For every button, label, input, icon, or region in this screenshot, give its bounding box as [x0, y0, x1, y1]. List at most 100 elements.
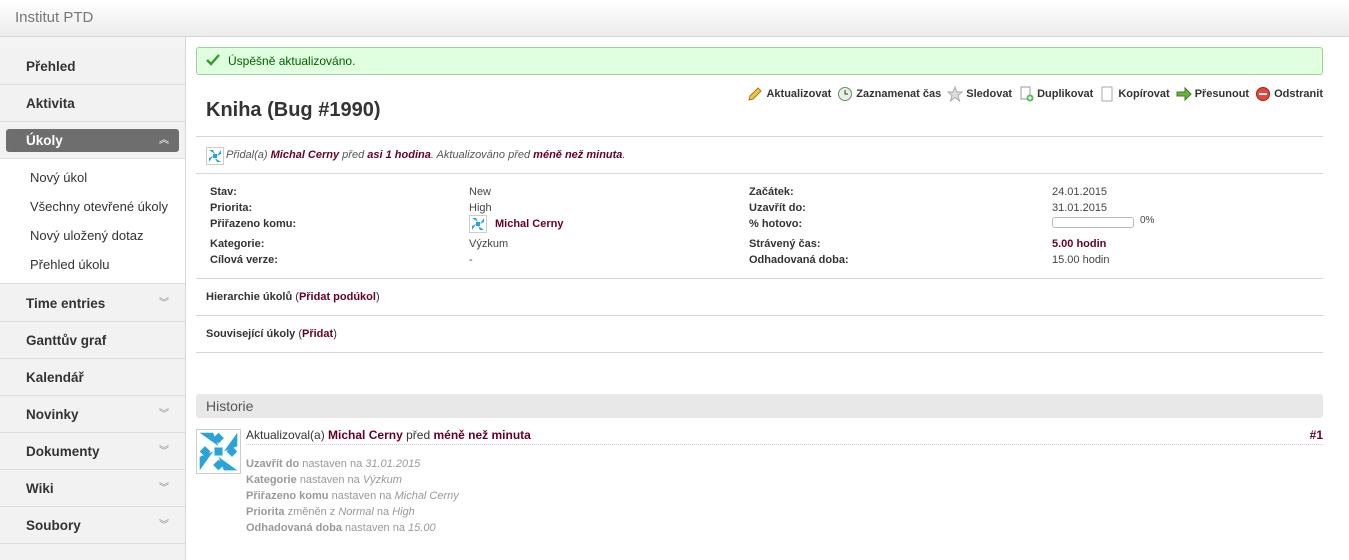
done-progress-bar: [1052, 217, 1134, 228]
journal-avatar[interactable]: [196, 429, 241, 474]
created-time-link[interactable]: asi 1 hodina: [367, 149, 431, 161]
sidebar-item-overview[interactable]: Přehled: [0, 48, 185, 85]
avatar-identicon-icon: [207, 148, 223, 164]
spent-time-link[interactable]: 5.00 hodin: [1052, 238, 1106, 250]
author-mid: před: [342, 149, 365, 161]
star-icon: [947, 86, 964, 102]
submenu-new-saved-query[interactable]: Nový uložený dotaz: [30, 228, 143, 243]
chevron-down-icon[interactable]: ︾: [159, 507, 169, 544]
log-time-button[interactable]: Zaznamenat čas: [837, 86, 941, 102]
journal-number-link[interactable]: #1: [1310, 428, 1323, 442]
priority-label: Priorita:: [210, 202, 253, 214]
done-label: % hotovo:: [749, 218, 803, 230]
detail-verb: na: [376, 506, 390, 518]
sidebar-item-calendar[interactable]: Kalendář: [0, 359, 185, 396]
add-subtask-link[interactable]: Přidat podúkol: [299, 291, 376, 303]
sidebar-item-issues-row: Úkoly ︽: [0, 122, 185, 159]
sidebar-item-news[interactable]: Novinky ︾: [0, 396, 185, 433]
updated-time-link[interactable]: méně než minuta: [533, 149, 622, 161]
submenu-all-open-issues[interactable]: Všechny otevřené úkoly: [30, 199, 168, 214]
estimated-label: Odhadovaná doba:: [749, 254, 849, 266]
detail-verb: nastaven na: [302, 458, 363, 470]
log-time-label: Zaznamenat čas: [856, 88, 942, 100]
sidebar-item-wiki[interactable]: Wiki ︾: [0, 470, 185, 507]
divider: [196, 173, 1323, 174]
assignee-avatar[interactable]: [469, 215, 487, 233]
estimated-value: 15.00 hodin: [1052, 254, 1110, 266]
check-icon: [206, 54, 220, 66]
updated-prefix: . Aktualizováno před: [430, 149, 531, 161]
due-label: Uzavřít do:: [749, 202, 806, 214]
chevron-down-icon[interactable]: ︾: [159, 285, 169, 322]
duplicate-icon: [1020, 86, 1034, 102]
author-prefix: Přidal(a): [226, 149, 268, 161]
spent-label: Strávený čas:: [749, 238, 821, 250]
detail-verb: nastaven na: [299, 474, 360, 486]
author-line: Přidal(a) Michal Cerny před asi 1 hodina…: [226, 149, 625, 161]
chevron-up-icon[interactable]: ︽: [159, 129, 169, 152]
detail-verb: změněn z: [287, 506, 336, 518]
sidebar-item-activity[interactable]: Aktivita: [0, 85, 185, 122]
status-label: Stav:: [210, 186, 237, 198]
journal-time-link[interactable]: méně než minuta: [433, 428, 530, 442]
pencil-icon: [748, 87, 763, 101]
status-value: New: [469, 186, 492, 198]
sidebar-item-time-entries[interactable]: Time entries ︾: [0, 285, 185, 322]
edit-button[interactable]: Aktualizovat: [747, 86, 831, 102]
paren-open: (: [295, 328, 302, 340]
chevron-down-icon[interactable]: ︾: [159, 433, 169, 470]
arrow-right-icon: [1176, 86, 1192, 102]
journal-author-link[interactable]: Michal Cerny: [328, 428, 403, 442]
priority-value: High: [469, 202, 492, 214]
subtasks-label: Hierarchie úkolů: [206, 291, 293, 303]
detail-field: Uzavřít do: [246, 458, 300, 470]
submenu-new-issue[interactable]: Nový úkol: [30, 170, 87, 185]
detail-value: 31.01.2015: [365, 458, 421, 470]
chevron-down-icon[interactable]: ︾: [159, 470, 169, 507]
add-relation-link[interactable]: Přidat: [302, 328, 333, 340]
chevron-down-icon[interactable]: ︾: [159, 396, 169, 433]
main-content: Úspěšně aktualizováno. Kniha (Bug #1990)…: [196, 37, 1323, 560]
submenu-issues-overview[interactable]: Přehled úkolu: [30, 257, 110, 272]
detail-value: 15.00: [408, 522, 436, 534]
app-title[interactable]: Institut PTD: [15, 9, 93, 26]
sidebar-item-issues[interactable]: Úkoly ︽: [6, 129, 179, 152]
journal-detail: Odhadovaná doba nastaven na 15.00: [246, 522, 436, 534]
paren-close: ): [375, 291, 380, 303]
delete-button[interactable]: Odstranit: [1255, 86, 1323, 102]
paren-open: (: [292, 291, 299, 303]
done-value: 0%: [1140, 215, 1155, 226]
detail-field: Odhadovaná doba: [246, 522, 342, 534]
copy-button[interactable]: Kopírovat: [1099, 86, 1170, 102]
sidebar-item-label: Time entries: [26, 296, 106, 311]
journal-header: Aktualizoval(a) Michal Cerny před méně n…: [246, 428, 1323, 445]
duplicate-button[interactable]: Duplikovat: [1018, 86, 1093, 102]
category-value: Výzkum: [469, 238, 509, 250]
paren-close: ): [333, 328, 337, 340]
author-avatar[interactable]: [206, 147, 224, 165]
detail-old-value: Normal: [338, 506, 374, 518]
watch-button[interactable]: Sledovat: [947, 86, 1012, 102]
sidebar-item-label: Kalendář: [26, 370, 84, 385]
relations-label: Související úkoly: [206, 328, 296, 340]
page-title: Kniha (Bug #1990): [206, 99, 381, 121]
detail-verb: nastaven na: [331, 490, 392, 502]
sidebar-item-label: Wiki: [26, 481, 54, 496]
move-button[interactable]: Přesunout: [1176, 86, 1249, 102]
sidebar-item-files[interactable]: Soubory ︾: [0, 507, 185, 544]
top-bar: Institut PTD: [0, 0, 1349, 37]
sidebar-item-documents[interactable]: Dokumenty ︾: [0, 433, 185, 470]
sidebar-item-label: Soubory: [26, 518, 81, 533]
sidebar-item-label: Ganttův graf: [26, 333, 107, 348]
detail-verb: nastaven na: [345, 522, 405, 534]
author-link[interactable]: Michal Cerny: [271, 149, 339, 161]
relations-section: Související úkoly (Přidat): [206, 328, 337, 340]
subtasks-section: Hierarchie úkolů (Přidat podúkol): [206, 291, 380, 303]
start-value: 24.01.2015: [1052, 186, 1108, 198]
flash-message: Úspěšně aktualizováno.: [228, 54, 356, 68]
sidebar-item-label: Úkoly: [26, 133, 63, 148]
sidebar-item-gantt[interactable]: Ganttův graf: [0, 322, 185, 359]
category-label: Kategorie:: [210, 238, 265, 250]
sidebar: Přehled Aktivita Úkoly ︽ Nový úkol Všech…: [0, 37, 186, 560]
assignee-link[interactable]: Michal Cerny: [495, 218, 563, 230]
